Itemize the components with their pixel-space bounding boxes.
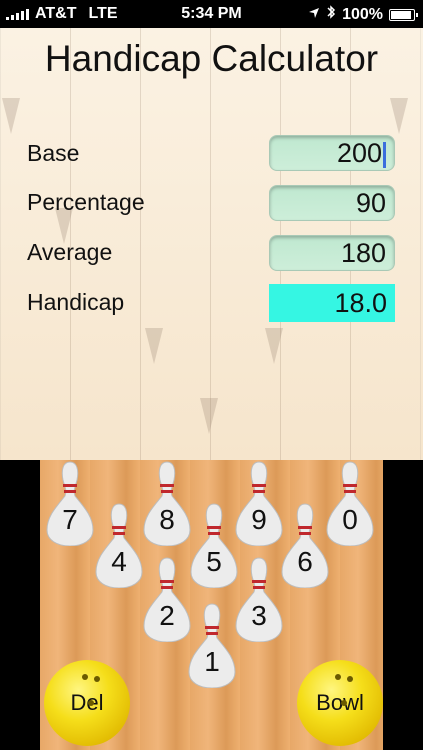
pin-key-7[interactable]: 7 [43,460,97,546]
base-label: Base [27,140,80,166]
lane-arrow-icon [145,328,163,364]
pin-key-1[interactable]: 1 [185,602,239,688]
lane-arrow-icon [200,398,218,434]
pin-key-8[interactable]: 8 [140,460,194,546]
lane-arrow-icon [2,98,20,134]
pin-key-1-label: 1 [204,646,220,677]
pin-key-3[interactable]: 3 [232,556,286,642]
pin-key-6[interactable]: 6 [278,502,332,588]
percentage-input[interactable]: 90 [269,185,395,221]
ball-hole [94,676,100,682]
ball-hole [82,674,88,680]
pin-key-4-label: 4 [111,546,127,577]
average-input[interactable]: 180 [269,235,395,271]
pin-key-4[interactable]: 4 [92,502,146,588]
handicap-label: Handicap [27,289,125,315]
status-right: 100% [308,5,418,24]
lane-arrow-icon [265,328,283,364]
status-bar: AT&T LTE 5:34 PM 100% [0,0,423,28]
text-cursor [383,141,386,168]
bowl-button[interactable]: Bowl [297,660,383,746]
pin-key-6-label: 6 [297,546,313,577]
ball-hole [347,676,353,682]
average-label: Average [27,239,113,265]
battery-percent: 100% [342,5,383,23]
average-value: 180 [340,238,386,268]
wood-seam [140,28,141,460]
percentage-value: 90 [355,188,386,218]
pin-key-3-label: 3 [251,600,267,631]
delete-label: Del [70,690,104,715]
bowl-label: Bowl [316,690,364,715]
bluetooth-icon [326,5,336,24]
wood-seam [210,28,211,460]
base-value: 200 [336,138,382,168]
ball-hole [341,700,347,706]
pin-key-7-label: 7 [62,504,78,535]
app-screen: AT&T LTE 5:34 PM 100% Handicap Calculato… [0,0,423,750]
calculator-panel: Handicap Calculator Base 200 Percentage … [0,28,423,460]
percentage-label: Percentage [27,189,145,215]
lane-arrow-icon [390,98,408,134]
delete-button[interactable]: Del [44,660,130,746]
location-arrow-icon [308,6,320,24]
battery-fill [391,10,411,19]
handicap-result: 18.0 [269,284,395,322]
ball-hole [88,700,94,706]
handicap-value: 18.0 [334,288,387,318]
battery-icon [389,8,418,21]
base-input[interactable]: 200 [269,135,395,171]
page-title: Handicap Calculator [44,38,379,79]
pin-key-8-label: 8 [159,504,175,535]
ball-hole [335,674,341,680]
